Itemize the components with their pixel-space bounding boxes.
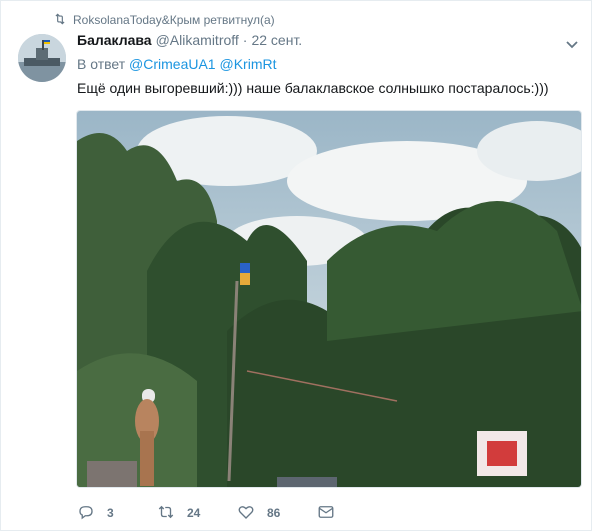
direct-message-button[interactable]: [317, 501, 335, 525]
like-count: 86: [267, 506, 281, 520]
retweet-icon: [53, 12, 67, 29]
retweet-context-text: RoksolanaToday&Крым ретвитнул(а): [73, 13, 275, 27]
tweet-photo[interactable]: [76, 110, 582, 488]
tweet-header: Балаклава @Alikamitroff · 22 сент.: [77, 32, 302, 48]
retweet-count: 24: [187, 506, 201, 520]
tweet-text: Ещё один выгоревший:))) наше балаклавско…: [77, 80, 549, 96]
separator-dot: ·: [242, 32, 248, 48]
reply-prefix: В ответ: [77, 56, 126, 72]
tweet-timestamp[interactable]: 22 сент.: [251, 32, 302, 48]
avatar[interactable]: [18, 34, 66, 82]
reply-context: В ответ @CrimeaUA1 @KrimRt: [77, 56, 276, 72]
reply-count: 3: [107, 506, 114, 520]
reply-icon: [77, 503, 95, 524]
like-icon: [237, 503, 255, 524]
direct-message-icon: [317, 503, 335, 524]
caret-down-icon[interactable]: [564, 37, 580, 53]
mention-link-1[interactable]: @CrimeaUA1: [129, 56, 216, 72]
like-button[interactable]: 86: [237, 501, 317, 525]
retweet-icon: [157, 503, 175, 524]
retweet-context[interactable]: RoksolanaToday&Крым ретвитнул(а): [53, 12, 275, 28]
reply-button[interactable]: 3: [77, 501, 157, 525]
retweet-button[interactable]: 24: [157, 501, 237, 525]
mention-link-2[interactable]: @KrimRt: [220, 56, 277, 72]
author-name[interactable]: Балаклава: [77, 32, 152, 48]
author-handle[interactable]: @Alikamitroff: [156, 32, 239, 48]
tweet-actions: 3 24 86: [77, 501, 335, 525]
tweet-card[interactable]: RoksolanaToday&Крым ретвитнул(а) Балакла…: [0, 0, 592, 531]
